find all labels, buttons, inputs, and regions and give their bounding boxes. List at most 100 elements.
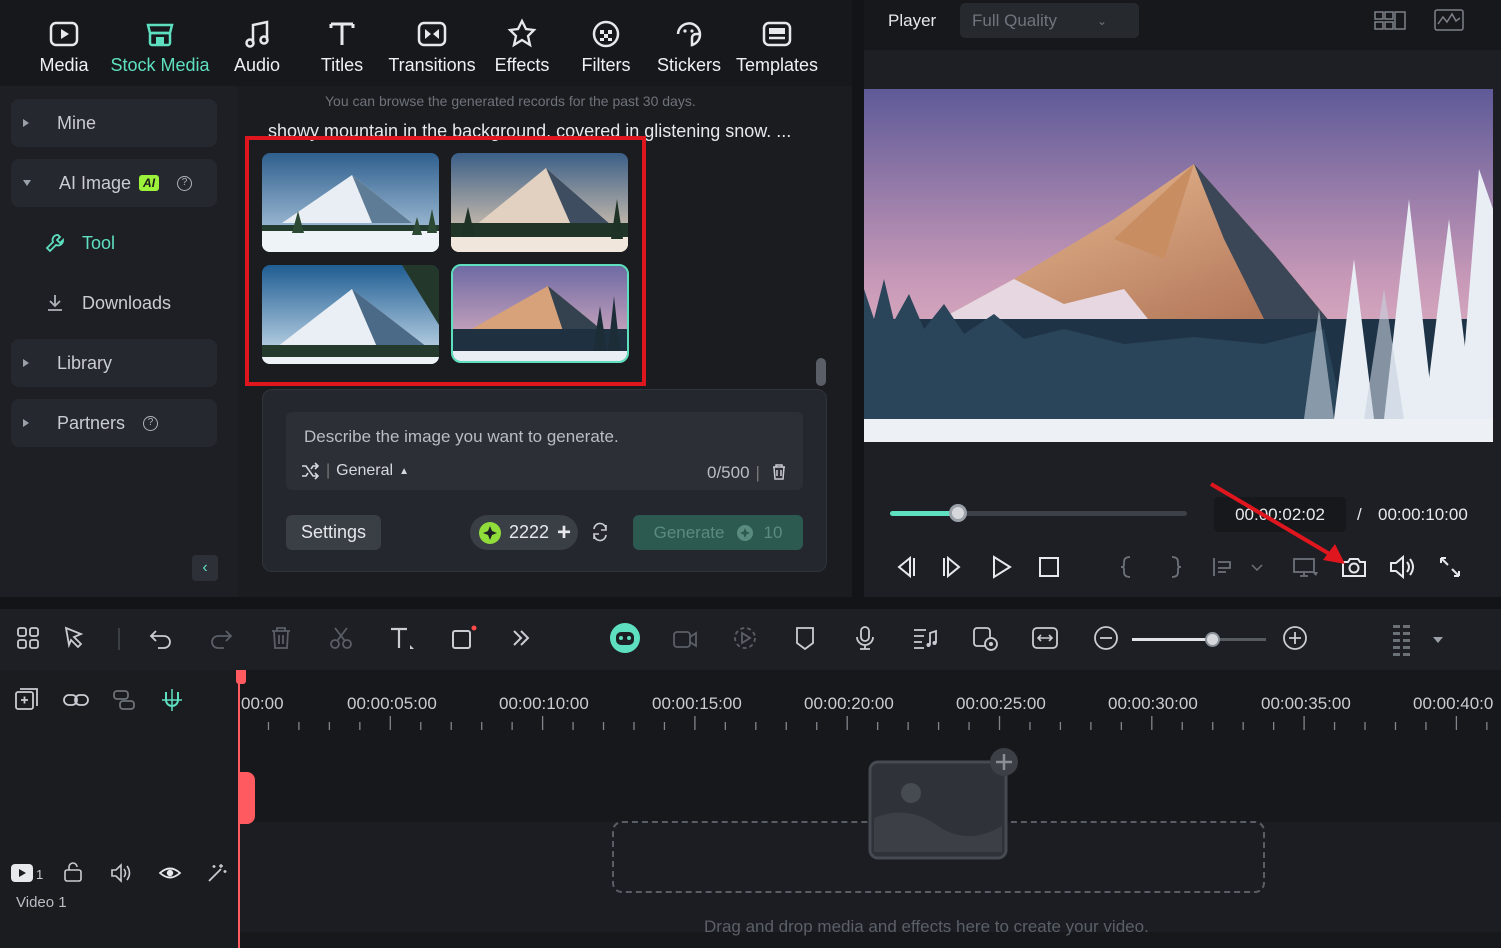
track-number: 1 — [36, 867, 44, 882]
auto-play-icon[interactable] — [730, 623, 760, 653]
titles-icon — [329, 22, 355, 45]
sidebar-item-library[interactable]: Library — [11, 339, 217, 387]
playhead-grip[interactable] — [238, 772, 255, 824]
audio-list-icon[interactable] — [910, 623, 940, 653]
top-tab-bar: Media Stock Media Audio Titles Transitio… — [0, 0, 852, 86]
lock-track-icon[interactable] — [62, 862, 84, 884]
style-select[interactable]: | General ▲ — [300, 462, 409, 480]
sidebar-item-partners[interactable]: Partners ? — [11, 399, 217, 447]
undo-icon[interactable] — [146, 623, 176, 653]
collapse-sidebar-button[interactable]: ‹ — [192, 555, 218, 581]
link-clips-icon[interactable] — [61, 686, 91, 714]
transitions-icon — [417, 21, 447, 47]
timecode-separator: / — [1357, 505, 1362, 524]
layout-grid-icon[interactable] — [1374, 10, 1406, 32]
auto-reframe-icon[interactable] — [970, 623, 1000, 653]
fullscreen-icon[interactable] — [1435, 552, 1465, 582]
waveform-monitor-icon[interactable] — [1434, 9, 1464, 31]
magic-wand-icon[interactable] — [205, 862, 229, 884]
fit-timeline-icon[interactable] — [1030, 623, 1060, 653]
select-cursor-icon[interactable] — [61, 623, 91, 653]
collapse-arrow-icon — [23, 180, 31, 186]
tab-filters[interactable]: Filters — [578, 0, 634, 86]
credits-badge[interactable]: 2222 + — [470, 515, 578, 550]
redo-icon[interactable] — [206, 623, 236, 653]
magnet-snap-icon[interactable] — [158, 686, 186, 714]
mark-out-icon[interactable] — [1160, 552, 1190, 582]
credit-coin-icon — [479, 521, 501, 544]
layout-icon[interactable] — [13, 623, 43, 653]
caret-down-icon[interactable] — [1432, 635, 1444, 645]
settings-button[interactable]: Settings — [286, 515, 381, 550]
ai-badge: AI — [139, 175, 160, 191]
sidebar-item-ai-image[interactable]: AI Image AI ? — [11, 159, 217, 207]
chevron-down-icon: ⌄ — [1097, 13, 1108, 28]
track-volume-icon[interactable] — [109, 862, 133, 884]
sidebar-item-tool[interactable]: Tool — [44, 223, 115, 263]
timecode-label: 00:00:35:00 — [1261, 694, 1351, 713]
help-icon[interactable]: ? — [177, 175, 193, 191]
zoom-slider-fill — [1132, 638, 1212, 641]
timecode-label: 00:00:05:00 — [347, 694, 437, 713]
crop-shape-icon[interactable] — [448, 623, 478, 653]
zoom-in-icon[interactable] — [1280, 623, 1310, 653]
sidebar-item-mine[interactable]: Mine — [11, 99, 217, 147]
tab-audio[interactable]: Audio — [228, 0, 286, 86]
scissors-icon[interactable] — [326, 623, 356, 653]
filters-icon — [592, 20, 620, 48]
stickers-icon — [676, 22, 702, 47]
more-tools-icon[interactable] — [506, 623, 536, 653]
refresh-icon[interactable] — [590, 522, 610, 542]
tab-media[interactable]: Media — [34, 0, 94, 86]
sidebar-item-label: Tool — [82, 232, 116, 253]
scrollbar-thumb[interactable] — [816, 358, 826, 386]
stop-icon[interactable] — [1034, 552, 1064, 582]
delete-icon[interactable] — [266, 623, 296, 653]
sidebar-item-downloads[interactable]: Downloads — [44, 283, 171, 323]
drop-hint-text: Drag and drop media and effects here to … — [704, 917, 1149, 936]
trash-icon[interactable] — [771, 463, 787, 481]
video-track-icon — [11, 864, 33, 882]
next-frame-icon[interactable] — [938, 552, 968, 582]
timecode-label: 00:00:15:00 — [652, 694, 742, 713]
tab-transitions[interactable]: Transitions — [386, 0, 478, 86]
volume-icon[interactable] — [1387, 552, 1417, 582]
ai-copilot-icon[interactable] — [608, 621, 642, 655]
sidebar-item-label: Downloads — [82, 292, 172, 313]
records-note: You can browse the generated records for… — [325, 93, 696, 109]
caret-up-icon: ▲ — [399, 465, 409, 477]
microphone-icon[interactable] — [850, 623, 880, 653]
timecode-label: 00:00:40:0 — [1413, 694, 1494, 713]
mark-in-icon[interactable] — [1112, 552, 1142, 582]
tab-stock-media[interactable]: Stock Media — [108, 0, 212, 86]
templates-icon — [762, 21, 792, 47]
eye-visibility-icon[interactable] — [158, 862, 182, 884]
group-clips-icon[interactable] — [110, 686, 138, 714]
download-icon — [48, 295, 62, 311]
preview-viewer[interactable] — [864, 89, 1493, 442]
music-note-icon — [245, 20, 269, 48]
ai-video-icon[interactable] — [670, 623, 700, 653]
generate-button[interactable]: Generate 10 — [633, 515, 803, 550]
total-timecode: 00:00:10:00 — [1378, 505, 1468, 524]
media-icon — [49, 21, 79, 47]
grip-dots-icon[interactable] — [1388, 622, 1416, 658]
text-tool-icon[interactable] — [386, 623, 416, 653]
tab-templates[interactable]: Templates — [736, 0, 818, 86]
credits-value: 2222 — [509, 522, 550, 542]
add-track-icon[interactable] — [13, 686, 41, 714]
quality-select[interactable]: Full Quality ⌄ — [960, 3, 1139, 38]
expand-arrow-icon — [23, 419, 29, 427]
add-credits-icon[interactable]: + — [557, 519, 571, 547]
playhead-handle[interactable] — [236, 670, 246, 684]
tab-stickers[interactable]: Stickers — [656, 0, 722, 86]
play-icon[interactable] — [986, 552, 1016, 582]
zoom-slider-knob[interactable] — [1205, 632, 1220, 647]
marker-shield-icon[interactable] — [790, 623, 820, 653]
tab-effects[interactable]: Effects — [492, 0, 552, 86]
tab-titles[interactable]: Titles — [314, 0, 370, 86]
previous-frame-icon[interactable] — [890, 552, 920, 582]
help-icon[interactable]: ? — [143, 415, 159, 431]
zoom-out-icon[interactable] — [1091, 623, 1121, 653]
stock-media-icon — [146, 23, 174, 47]
